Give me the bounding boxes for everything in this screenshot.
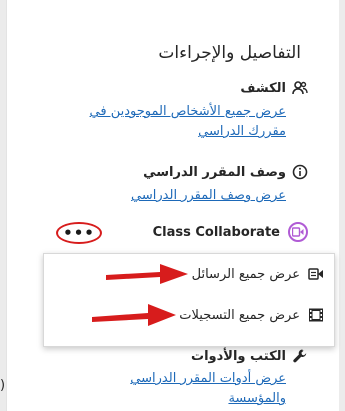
panel-title: التفاصيل والإجراءات <box>158 43 301 63</box>
roster-link-line2[interactable]: مقررك الدراسي <box>90 122 286 142</box>
collaborate-icon <box>288 222 308 242</box>
scroll-strip <box>339 0 345 411</box>
recordings-icon <box>308 307 324 323</box>
description-link[interactable]: عرض وصف المقرر الدراسي <box>131 186 286 206</box>
messages-icon <box>308 266 324 282</box>
menu-item-recordings[interactable]: عرض جميع التسجيلات <box>179 307 324 323</box>
more-options-button[interactable]: ••• <box>56 222 102 244</box>
edge-text: ) <box>0 378 6 393</box>
tools-link-line2[interactable]: والمؤسسة <box>130 389 286 409</box>
tools-section: الكتب والأدوات عرض أدوات المقرر الدراسي … <box>130 348 308 409</box>
annotation-arrow-icon <box>106 264 188 284</box>
menu-item-recordings-label: عرض جميع التسجيلات <box>179 307 300 323</box>
roster-section: الكشف عرض جميع الأشخاص الموجودين في مقرر… <box>90 80 308 142</box>
annotation-arrow-icon <box>92 304 176 326</box>
roster-link[interactable]: عرض جميع الأشخاص الموجودين في <box>90 102 286 122</box>
menu-item-messages-label: عرض جميع الرسائل <box>191 266 300 282</box>
roster-heading: الكشف <box>240 80 286 96</box>
people-icon <box>292 80 308 96</box>
tools-heading: الكتب والأدوات <box>191 348 286 364</box>
wrench-icon <box>292 348 308 364</box>
collaborate-label: Class Collaborate <box>152 224 280 240</box>
info-icon <box>292 164 308 180</box>
collaborate-row[interactable]: Class Collaborate <box>153 222 308 242</box>
menu-item-messages[interactable]: عرض جميع الرسائل <box>192 266 324 282</box>
tools-link[interactable]: عرض أدوات المقرر الدراسي <box>130 369 286 389</box>
description-section: وصف المقرر الدراسي عرض وصف المقرر الدراس… <box>131 164 308 206</box>
details-panel: التفاصيل والإجراءات الكشف عرض جميع الأشخ… <box>6 0 341 411</box>
description-heading: وصف المقرر الدراسي <box>143 164 286 180</box>
